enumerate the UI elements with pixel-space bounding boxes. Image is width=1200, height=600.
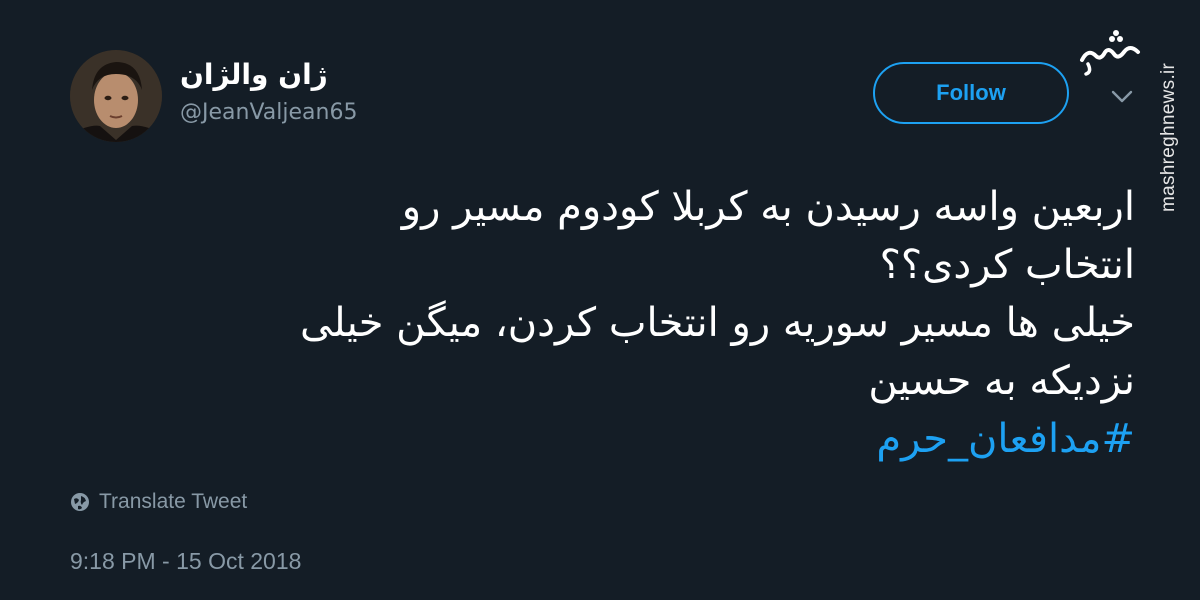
translate-label: Translate Tweet — [99, 490, 248, 513]
translate-tweet-link[interactable]: Translate Tweet — [70, 490, 247, 514]
tweet-text: اربعین واسه رسیدن به کربلا کودوم مسیر رو… — [60, 178, 1135, 468]
watermark-logo — [1078, 30, 1144, 76]
avatar[interactable] — [70, 50, 162, 142]
user-handle[interactable]: @JeanValjean65 — [180, 100, 357, 125]
avatar-image — [70, 50, 162, 142]
tweet-line: اربعین واسه رسیدن به کربلا کودوم مسیر رو — [401, 184, 1135, 230]
tweet-timestamp[interactable]: 9:18 PM - 15 Oct 2018 — [70, 548, 301, 575]
watermark-site: mashreghnews.ir — [1158, 62, 1179, 212]
hashtag-link[interactable]: #مدافعان_حرم — [60, 410, 1135, 468]
tweet-line: نزدیکه به حسین — [868, 358, 1135, 404]
tweet-line: خیلی ها مسیر سوریه رو انتخاب کردن، میگن … — [300, 300, 1135, 346]
globe-icon — [71, 493, 89, 511]
follow-button[interactable]: Follow — [873, 62, 1069, 124]
chevron-down-icon[interactable] — [1108, 84, 1136, 108]
tweet-line: انتخاب کردی؟؟ — [879, 242, 1135, 288]
display-name[interactable]: ژان والژان — [180, 58, 328, 91]
